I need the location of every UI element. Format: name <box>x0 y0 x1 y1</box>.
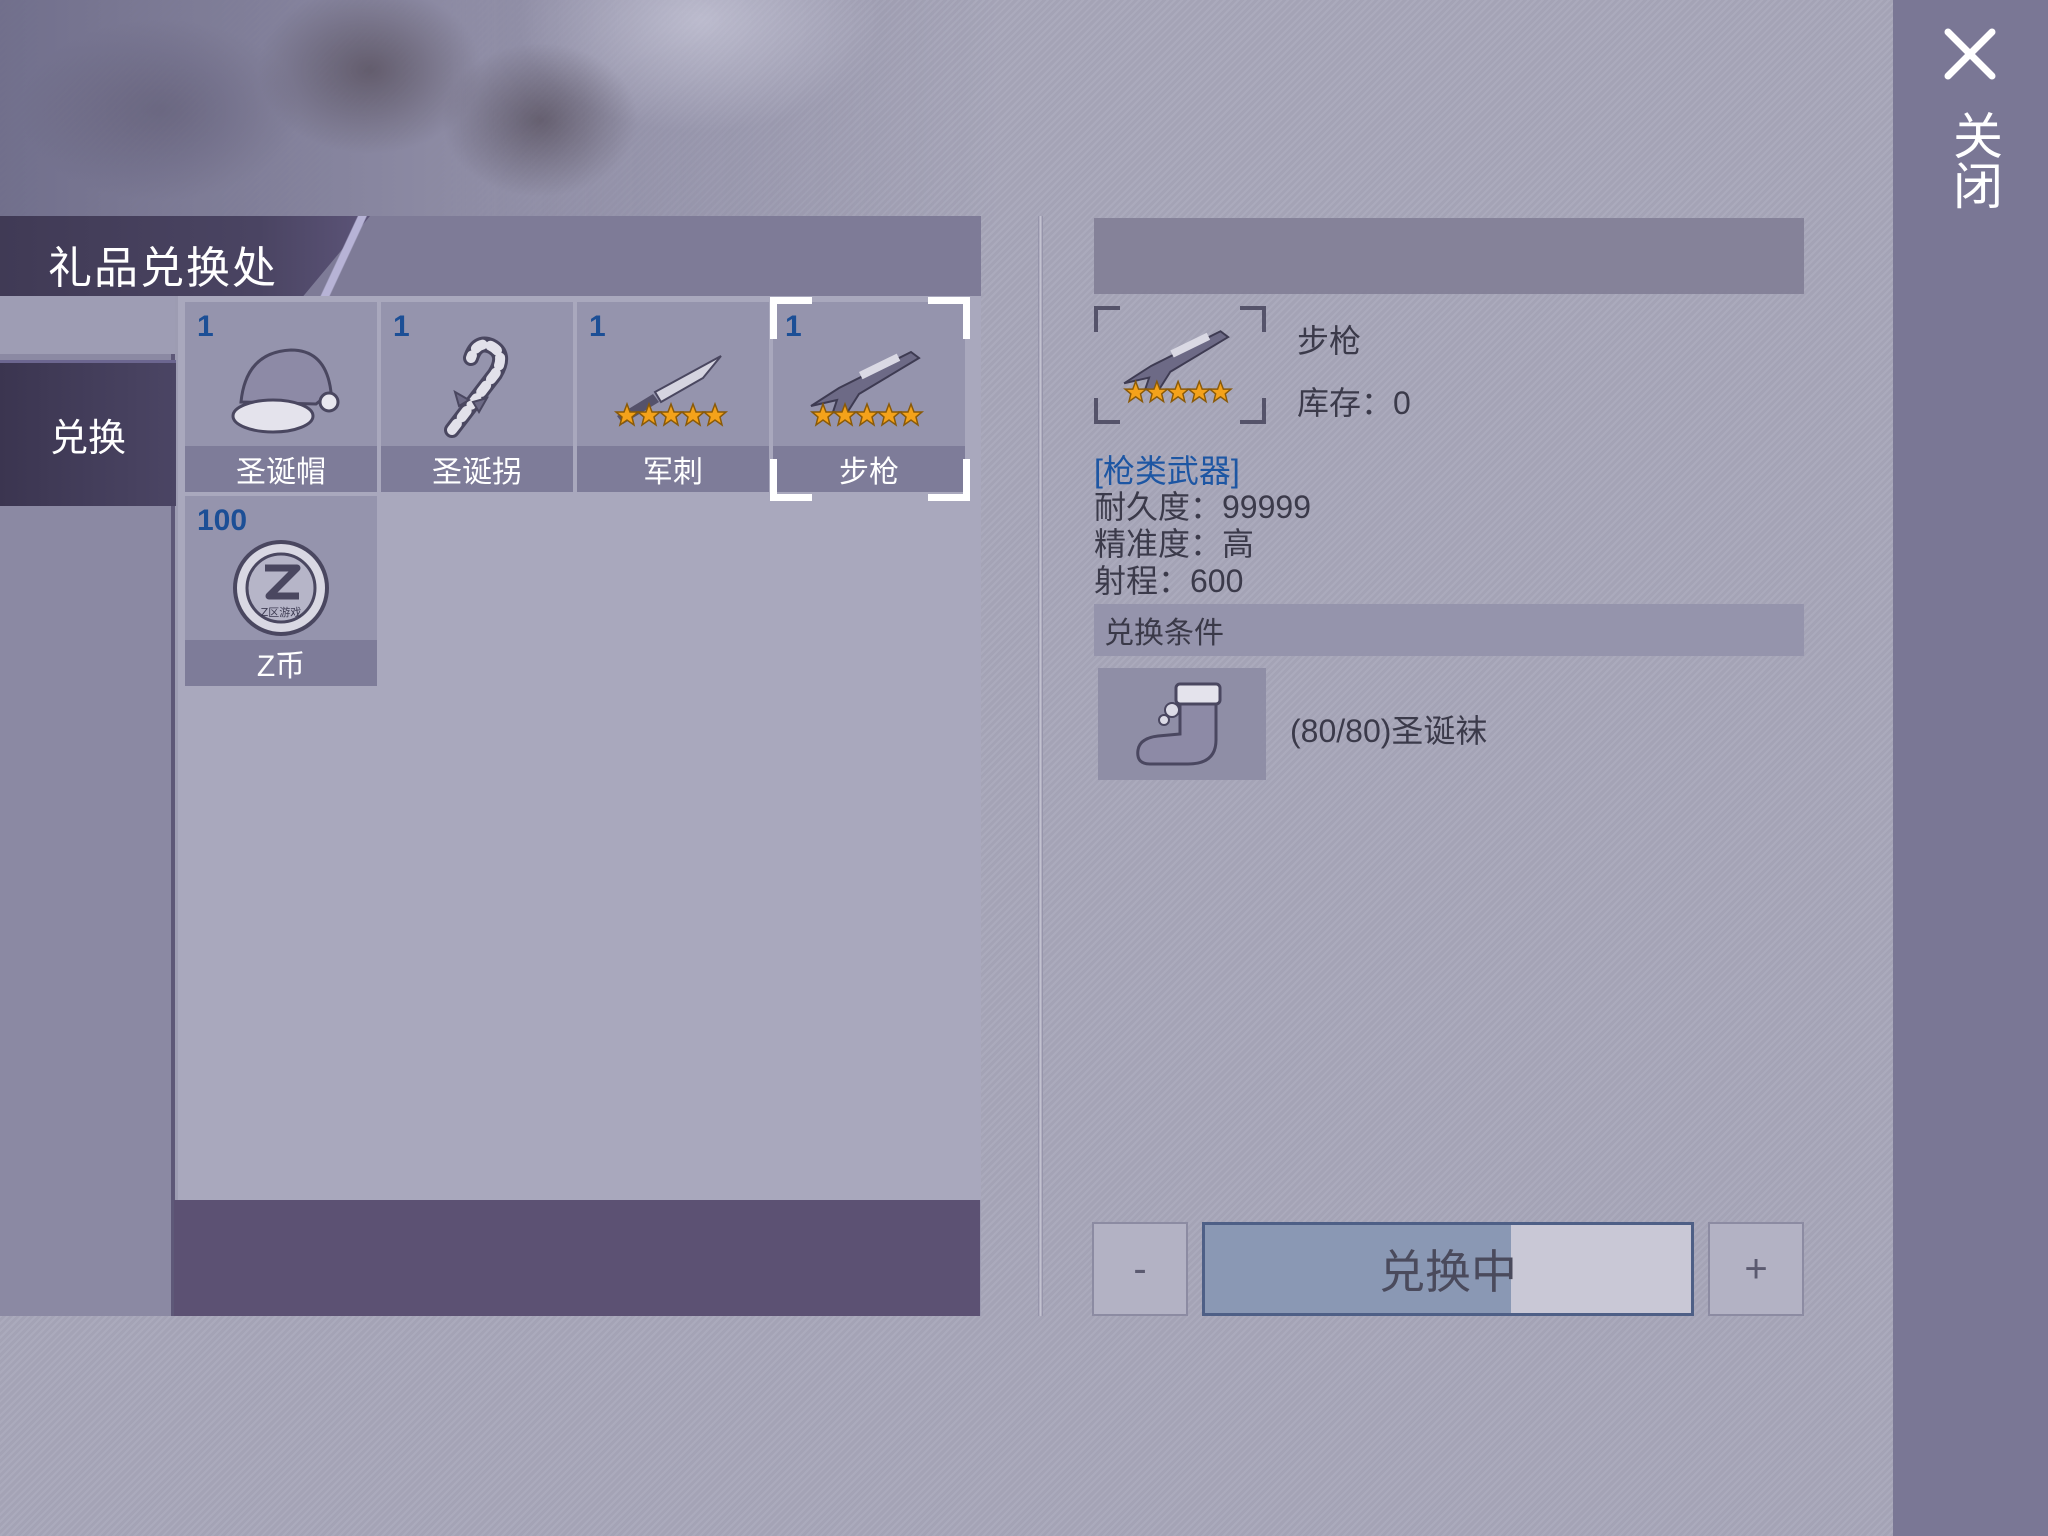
z-coin-icon: Z区游戏 <box>233 540 329 636</box>
item-z-coin[interactable]: 100 Z区游戏 Z币 <box>185 496 377 686</box>
item-label: 圣诞帽 <box>185 446 377 492</box>
requirement-item <box>1098 668 1266 780</box>
page-title: 礼品兑换处 <box>48 244 278 293</box>
item-label: Z币 <box>185 640 377 686</box>
requirement-text: (80/80)圣诞袜 <box>1290 713 1488 749</box>
exchange-button-label: 兑换中 <box>1379 1246 1517 1298</box>
bayonet-icon <box>613 355 729 427</box>
item-candy-cane[interactable]: 1 圣诞拐 <box>381 302 573 492</box>
item-label: 军刺 <box>577 446 769 492</box>
detail-range: 射程：600 <box>1094 563 1244 599</box>
coin-text: Z区游戏 <box>261 606 302 619</box>
close-strip <box>1893 0 2048 1536</box>
santa-hat-icon <box>231 348 340 434</box>
increase-button[interactable]: + <box>1708 1222 1804 1316</box>
selection-corner <box>770 297 812 339</box>
detail-header <box>1094 218 1804 294</box>
selection-corner <box>928 459 970 501</box>
sidebar-tab-exchange[interactable]: 兑换 <box>0 360 176 506</box>
detail-item-name: 步枪 <box>1297 323 1362 359</box>
item-bayonet[interactable]: 1 军刺 <box>577 302 769 492</box>
item-santa-hat[interactable]: 1 圣诞帽 <box>185 302 377 492</box>
list-footer <box>174 1200 980 1316</box>
rifle-icon <box>1123 330 1234 404</box>
exchange-button[interactable]: 兑换中 <box>1202 1222 1694 1316</box>
christmas-stocking-icon <box>1136 682 1222 766</box>
decrease-button[interactable]: - <box>1092 1222 1188 1316</box>
banner-artwork <box>0 0 1000 230</box>
title-decoration <box>300 216 390 296</box>
selection-corner <box>770 459 812 501</box>
selection-corner <box>928 297 970 339</box>
condition-header: 兑换条件 <box>1094 604 1804 656</box>
close-button-label[interactable]: 关闭 <box>1942 110 2002 210</box>
panel-divider <box>1038 216 1043 1316</box>
close-icon[interactable] <box>1942 26 1998 82</box>
candy-cane-icon <box>444 336 509 438</box>
detail-preview <box>1094 306 1266 424</box>
rifle-icon <box>809 350 925 427</box>
detail-stock: 库存：0 <box>1297 385 1411 421</box>
item-label: 圣诞拐 <box>381 446 573 492</box>
sidebar-spacer <box>0 296 175 354</box>
